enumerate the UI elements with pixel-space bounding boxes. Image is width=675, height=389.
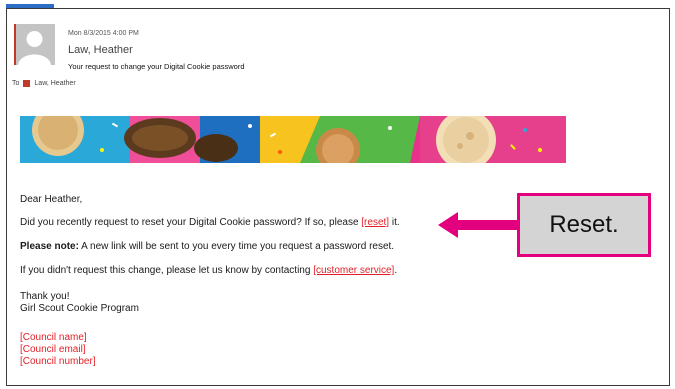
note-line: Please note: A new link will be sent to …: [20, 241, 394, 252]
council-number: [Council number]: [20, 356, 96, 367]
signature-line: Girl Scout Cookie Program: [20, 303, 139, 314]
reset-line-suffix: it.: [389, 217, 400, 228]
reset-line-prefix: Did you recently request to reset your D…: [20, 217, 362, 228]
arrow-left-icon: [438, 212, 522, 238]
greeting: Dear Heather,: [20, 194, 83, 205]
reset-link[interactable]: [reset]: [361, 217, 389, 228]
contact-line-suffix: .: [394, 265, 398, 276]
person-icon: [14, 24, 55, 65]
council-name: [Council name]: [20, 332, 87, 343]
to-line: To Law, Heather: [12, 80, 76, 87]
to-recipient[interactable]: Law, Heather: [34, 80, 75, 87]
cookie-banner-image: [20, 116, 566, 163]
email-date: Mon 8/3/2015 4:00 PM: [68, 30, 139, 37]
note-label: Please note:: [20, 241, 79, 252]
sender-avatar: [14, 24, 55, 65]
email-subject: Your request to change your Digital Cook…: [68, 62, 245, 71]
to-label: To: [12, 80, 20, 87]
council-email: [Council email]: [20, 344, 86, 355]
email-sender[interactable]: Law, Heather: [68, 44, 133, 56]
note-text: A new link will be sent to you every tim…: [78, 241, 395, 252]
reset-callout: Reset.: [517, 193, 651, 257]
contact-line-prefix: If you didn't request this change, pleas…: [20, 265, 314, 276]
recipient-status-icon: [23, 80, 31, 87]
customer-service-link[interactable]: [customer service]: [313, 265, 394, 276]
reset-request-line: Did you recently request to reset your D…: [20, 217, 400, 228]
contact-line: If you didn't request this change, pleas…: [20, 265, 397, 276]
thanks-line: Thank you!: [20, 291, 70, 302]
